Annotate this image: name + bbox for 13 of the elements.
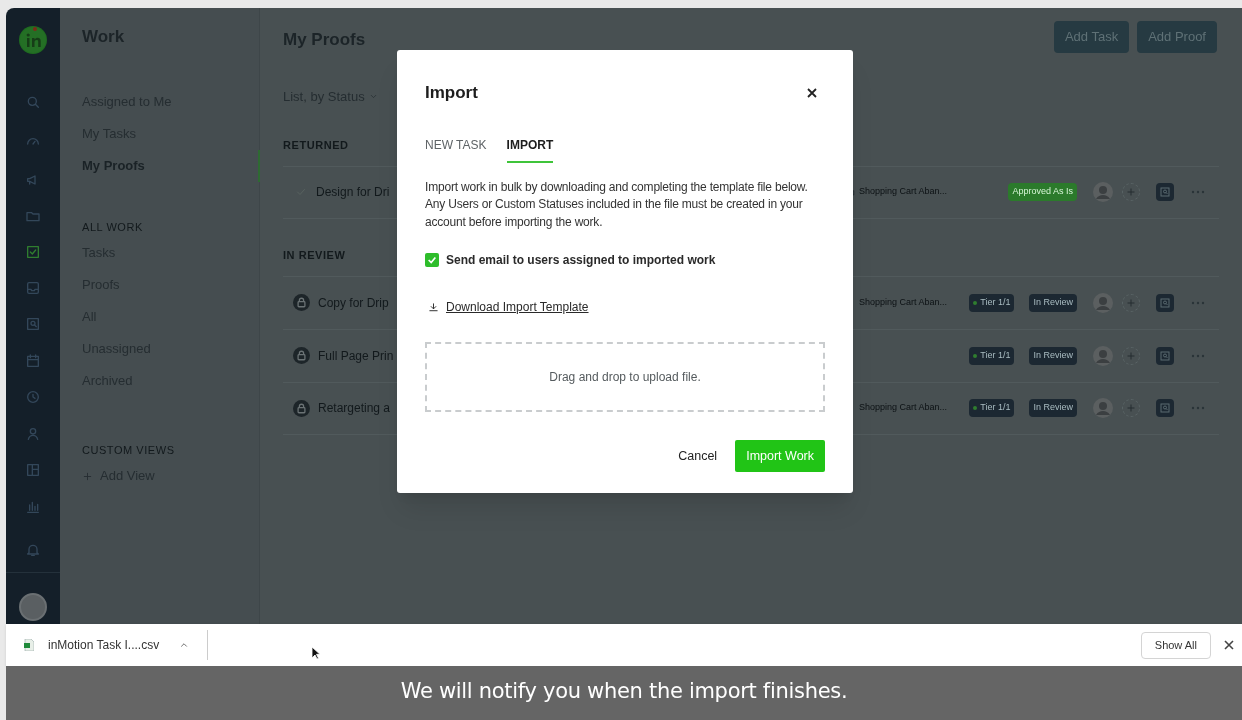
dialog-description: Import work in bulk by downloading and completing the template file below. Any Users or Custom Statuses included in the file must be created in your account before importing the work.	[425, 178, 809, 231]
status-badge: In Review	[1029, 399, 1077, 417]
checkbox-label: Send email to users assigned to imported work	[446, 252, 716, 269]
status-badge: Tier 1/1	[969, 293, 1015, 312]
section-heading: RETURNED	[283, 137, 349, 152]
status-badge: In Review	[1029, 293, 1077, 312]
status-badge: Approved As Is	[1008, 183, 1077, 201]
status-badge: In Review	[1029, 346, 1077, 365]
video-caption: We will notify you when the import finishes.	[400, 677, 848, 705]
status-badge: Tier 1/1	[969, 346, 1015, 365]
dropzone-text: Drag and drop to upload file.	[549, 369, 701, 386]
dialog-title: Import	[425, 82, 478, 104]
status-badge: Tier 1/1	[969, 399, 1015, 417]
